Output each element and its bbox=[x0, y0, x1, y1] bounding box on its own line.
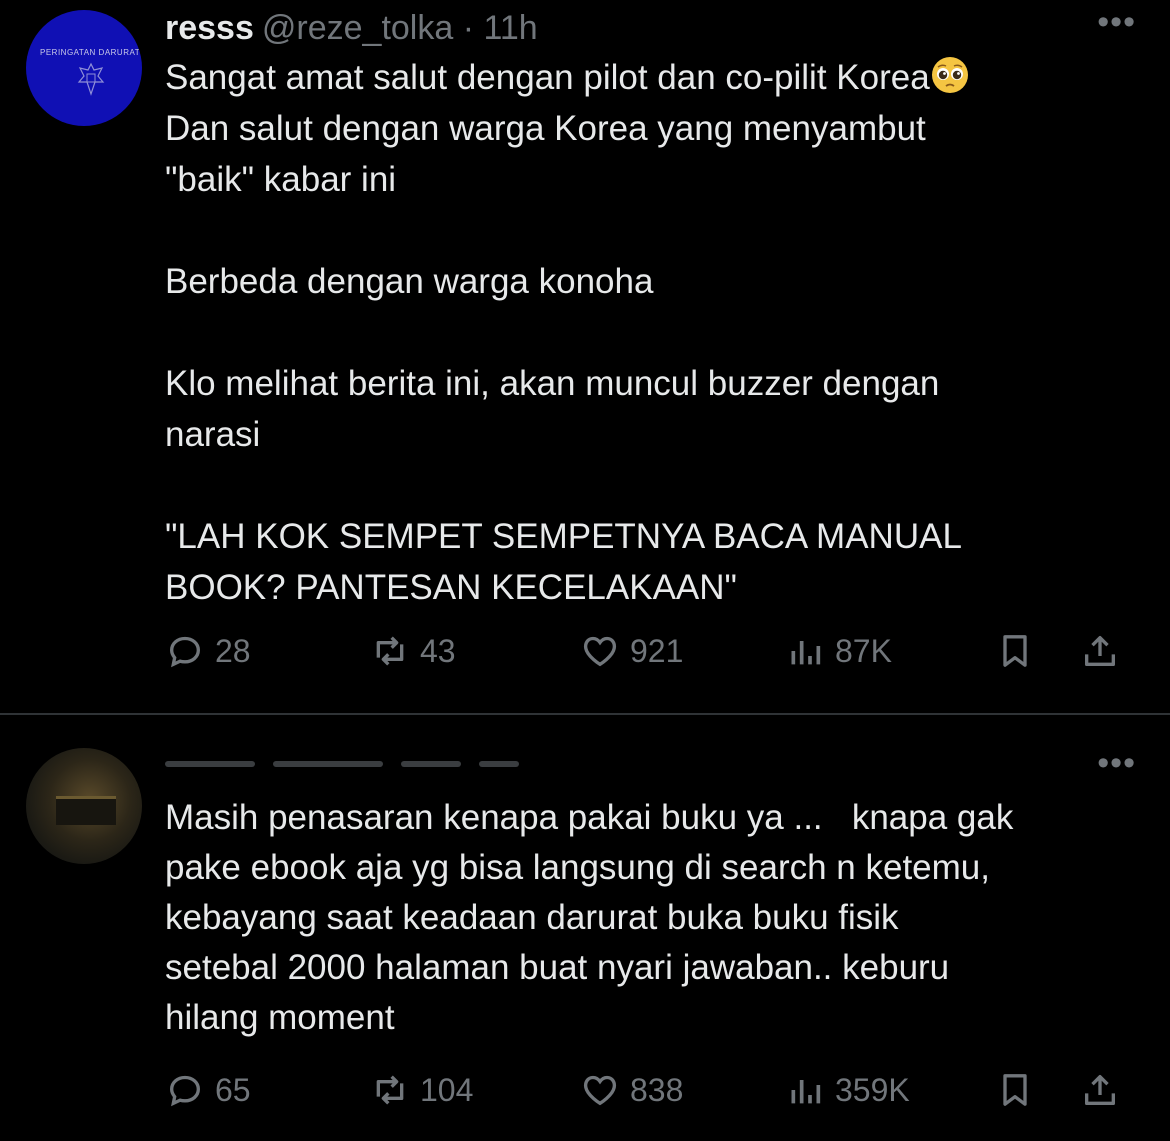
action-bar: 65 104 838 359K bbox=[165, 1065, 1145, 1115]
like-icon bbox=[583, 636, 617, 667]
bookmark-icon bbox=[1003, 635, 1027, 667]
tweet-text: Masih penasaran kenapa pakai buku ya ...… bbox=[165, 798, 1014, 1037]
repost-button[interactable]: 104 bbox=[370, 1065, 473, 1115]
share-button[interactable] bbox=[1080, 1065, 1120, 1115]
repost-button[interactable]: 43 bbox=[370, 626, 456, 676]
views-button[interactable]: 359K bbox=[785, 1065, 910, 1115]
reply-icon bbox=[169, 636, 201, 668]
repost-icon bbox=[376, 1075, 404, 1105]
views-button[interactable]: 87K bbox=[785, 626, 892, 676]
avatar-label: PERINGATAN DARURAT bbox=[40, 48, 141, 57]
repost-count: 43 bbox=[420, 632, 456, 669]
avatar-image-detail bbox=[56, 796, 116, 825]
tweet-text-line: Sangat amat salut dengan pilot dan co-pi… bbox=[165, 58, 930, 97]
more-icon[interactable]: ••• bbox=[1097, 746, 1136, 780]
repost-count: 104 bbox=[420, 1071, 474, 1108]
reply-button[interactable]: 28 bbox=[165, 626, 251, 676]
reply-count: 65 bbox=[215, 1071, 251, 1108]
handle-and-time[interactable]: @reze_tolka · 11h bbox=[262, 9, 538, 47]
reply-button[interactable]: 65 bbox=[165, 1065, 251, 1115]
reply-count: 28 bbox=[215, 632, 251, 669]
pleading-face-emoji-icon bbox=[931, 57, 968, 93]
reply-icon bbox=[169, 1075, 201, 1107]
like-count: 921 bbox=[630, 632, 684, 669]
views-count: 87K bbox=[835, 632, 892, 669]
tweet[interactable]: PERINGATAN DARURAT resss @reze_tolka · 11… bbox=[0, 0, 1170, 714]
like-button[interactable]: 838 bbox=[580, 1065, 683, 1115]
redacted-header bbox=[165, 755, 545, 777]
share-button[interactable] bbox=[1080, 626, 1120, 676]
avatar[interactable]: PERINGATAN DARURAT bbox=[26, 10, 142, 126]
bookmark-icon bbox=[1003, 1074, 1027, 1106]
bookmark-button[interactable] bbox=[995, 1065, 1035, 1115]
like-count: 838 bbox=[630, 1071, 684, 1108]
views-icon bbox=[791, 641, 821, 665]
bookmark-button[interactable] bbox=[995, 626, 1035, 676]
display-name[interactable]: resss bbox=[165, 9, 254, 47]
tweet-text-rest: Dan salut dengan warga Korea yang menyam… bbox=[165, 109, 962, 607]
garuda-icon bbox=[77, 62, 105, 96]
views-icon bbox=[791, 1080, 821, 1104]
tweet-text: Sangat amat salut dengan pilot dan co-pi… bbox=[165, 52, 1125, 613]
more-icon[interactable]: ••• bbox=[1097, 5, 1136, 39]
avatar[interactable] bbox=[26, 748, 142, 864]
share-icon bbox=[1085, 1075, 1115, 1105]
action-bar: 28 43 921 87K bbox=[165, 626, 1145, 676]
tweet[interactable]: ••• Masih penasaran kenapa pakai buku ya… bbox=[0, 715, 1170, 1141]
views-count: 359K bbox=[835, 1071, 910, 1108]
share-icon bbox=[1085, 636, 1115, 666]
repost-icon bbox=[376, 636, 404, 666]
tweet-header: resss @reze_tolka · 11h bbox=[165, 8, 538, 48]
like-button[interactable]: 921 bbox=[580, 626, 683, 676]
like-icon bbox=[583, 1075, 617, 1106]
